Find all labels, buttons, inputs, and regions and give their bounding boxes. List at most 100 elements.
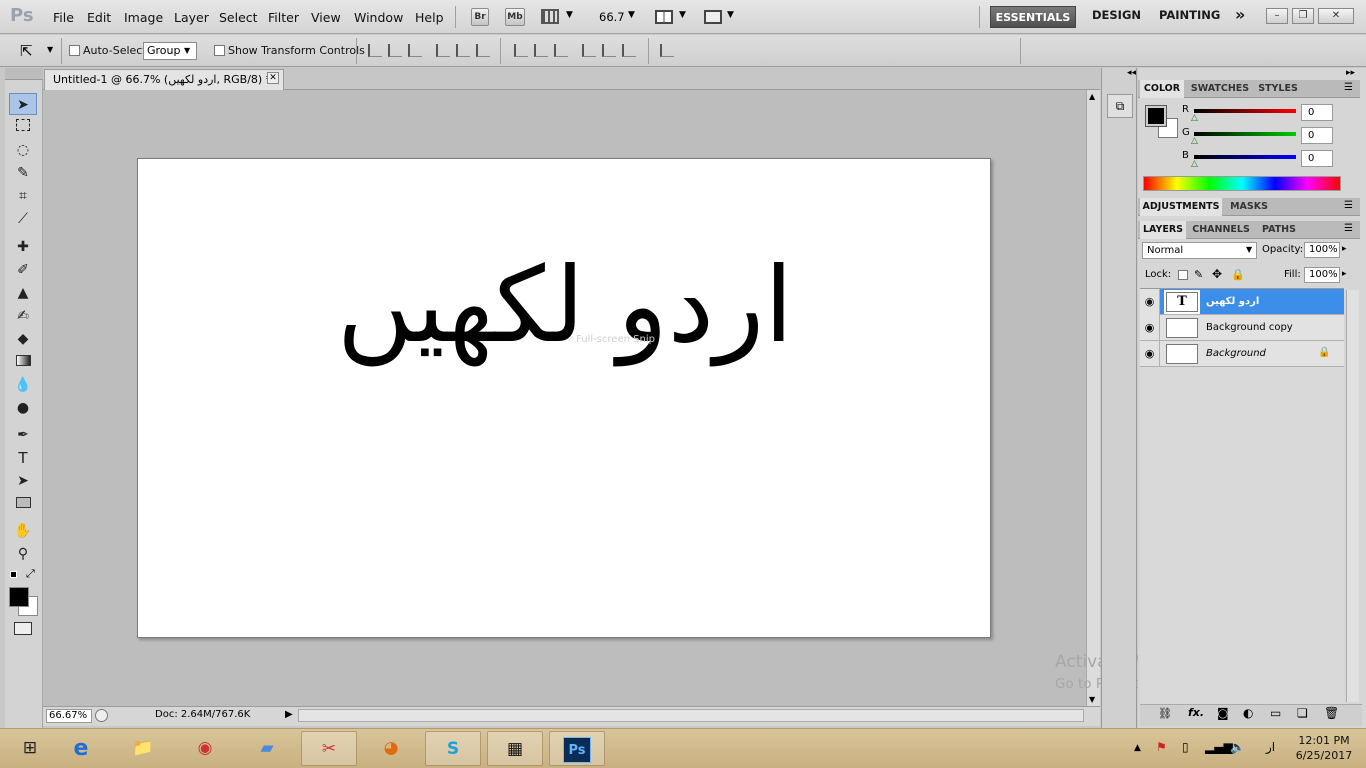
marquee-tool-icon[interactable] [9,116,37,138]
align-left-icon[interactable] [436,44,450,57]
slider-handle-icon[interactable]: △ [1191,159,1198,169]
green-value-field[interactable]: 0 [1301,127,1333,144]
view-extras-icon[interactable] [541,9,559,24]
fx-icon[interactable]: fx. [1188,706,1204,719]
pen-tool-icon[interactable]: ✒ [9,424,37,446]
tab-styles[interactable]: STYLES [1256,80,1300,98]
history-panel-icon[interactable]: ⧉ [1107,94,1133,118]
layer-row[interactable]: ◉ T اردو لکھیں [1140,289,1344,315]
red-slider[interactable] [1194,109,1296,113]
align-top-icon[interactable] [368,44,382,57]
vertical-scrollbar[interactable] [1086,90,1100,706]
tab-masks[interactable]: MASKS [1226,198,1272,216]
layer-name[interactable]: Background [1206,348,1266,359]
status-info-icon[interactable] [95,709,108,722]
history-brush-tool-icon[interactable]: ✍ [9,305,37,327]
notepad-icon[interactable]: ▰ [239,731,295,766]
menu-layer[interactable]: Layer [174,10,209,25]
color-spectrum[interactable] [1143,176,1341,191]
menu-select[interactable]: Select [219,10,258,25]
opacity-field[interactable]: 100% [1304,242,1340,258]
snipping-tool-icon[interactable]: ✂ [301,731,357,766]
menu-filter[interactable]: Filter [268,10,299,25]
menu-file[interactable]: File [53,10,74,25]
layer-row[interactable]: ◉ Background copy [1140,315,1344,341]
layers-scrollbar[interactable] [1346,290,1359,702]
panel-menu-icon[interactable]: ☰ [1344,82,1353,93]
zoom-tool-icon[interactable]: ⚲ [9,543,37,565]
chevron-down-icon[interactable]: ▼ [1246,245,1252,254]
path-selection-tool-icon[interactable]: ➤ [9,470,37,492]
tab-channels[interactable]: CHANNELS [1190,221,1252,239]
align-bottom-icon[interactable] [408,44,422,57]
healing-brush-tool-icon[interactable]: ✚ [9,236,37,258]
lasso-tool-icon[interactable]: ◌ [9,139,37,161]
tab-paths[interactable]: PATHS [1256,221,1302,239]
workspace-design[interactable]: DESIGN [1092,8,1141,22]
file-explorer-icon[interactable]: 📁 [115,731,171,766]
collapse-dock-icon[interactable]: ◂◂ [1127,68,1136,78]
skype-icon[interactable]: S [425,731,481,766]
close-document-icon[interactable]: ✕ [267,72,279,84]
slider-handle-icon[interactable]: △ [1191,136,1198,146]
distribute-right-icon[interactable] [622,44,636,57]
type-tool-icon[interactable]: T [9,447,37,469]
scroll-up-icon[interactable]: ▲ [1089,92,1095,101]
auto-select-checkbox[interactable] [69,45,80,56]
workspace-essentials[interactable]: ESSENTIALS [990,6,1076,28]
swap-colors-icon[interactable]: ⤢ [26,567,35,581]
rectangle-tool-icon[interactable] [9,493,37,515]
tab-layers[interactable]: LAYERS [1140,221,1186,239]
input-language[interactable]: ار [1266,740,1275,754]
panel-menu-icon[interactable]: ☰ [1344,223,1353,234]
clock[interactable]: 12:01 PM 6/25/2017 [1292,733,1356,763]
document-canvas[interactable]: اردو لکھیں [137,158,991,638]
menu-help[interactable]: Help [415,10,444,25]
blend-mode-dropdown[interactable]: Normal [1142,242,1257,259]
internet-explorer-icon[interactable]: e [53,731,109,766]
new-layer-icon[interactable]: ❏ [1297,706,1308,720]
gradient-tool-icon[interactable] [9,351,37,373]
tab-color[interactable]: COLOR [1140,80,1184,98]
blur-tool-icon[interactable]: 💧 [9,374,37,396]
clone-stamp-tool-icon[interactable]: ▲ [9,282,37,304]
align-right-icon[interactable] [476,44,490,57]
move-tool-icon[interactable]: ⇱ [20,42,33,60]
lock-transparency-icon[interactable] [1178,270,1188,280]
chevron-down-icon[interactable]: ▼ [727,10,734,20]
adjustment-layer-icon[interactable]: ◐ [1243,706,1253,720]
chevron-down-icon[interactable]: ▼ [47,45,53,54]
firefox-icon[interactable]: ◕ [363,731,419,766]
bridge-button[interactable]: Br [471,8,489,26]
distribute-left-icon[interactable] [582,44,596,57]
panel-foreground-swatch[interactable] [1145,105,1167,127]
align-horizontal-center-icon[interactable] [456,44,470,57]
canvas-text-layer[interactable]: اردو لکھیں [138,244,992,366]
delete-layer-icon[interactable]: 🗑 [1324,706,1339,720]
foreground-color-swatch[interactable] [9,587,29,607]
link-layers-icon[interactable]: ⛓ [1158,707,1172,720]
green-slider[interactable] [1194,132,1296,136]
red-value-field[interactable]: 0 [1301,104,1333,121]
panel-menu-icon[interactable]: ☰ [1344,200,1353,211]
restore-button[interactable]: ❐ [1292,8,1314,24]
align-vertical-center-icon[interactable] [388,44,402,57]
tools-panel-header[interactable] [5,68,43,80]
eye-icon[interactable]: ◉ [1140,341,1160,367]
chevron-down-icon[interactable]: ▼ [628,10,635,20]
network-icon[interactable]: ▂▄▆ [1205,740,1233,754]
new-group-icon[interactable]: ▭ [1270,706,1281,720]
menu-image[interactable]: Image [124,10,163,25]
screen-mode-icon[interactable] [704,10,722,24]
distribute-hcenter-icon[interactable] [602,44,616,57]
auto-align-layers-icon[interactable] [660,44,674,57]
blue-value-field[interactable]: 0 [1301,150,1333,167]
show-hidden-icons-icon[interactable]: ▲ [1134,743,1141,753]
opacity-arrow-icon[interactable]: ▸ [1342,244,1347,254]
slider-handle-icon[interactable]: △ [1191,113,1198,123]
scroll-down-icon[interactable]: ▼ [1089,695,1095,704]
layer-name[interactable]: اردو لکھیں [1206,296,1259,307]
menu-window[interactable]: Window [354,10,403,25]
photoshop-taskbar-icon[interactable]: Ps [549,731,605,766]
arrange-documents-icon[interactable] [655,10,673,24]
